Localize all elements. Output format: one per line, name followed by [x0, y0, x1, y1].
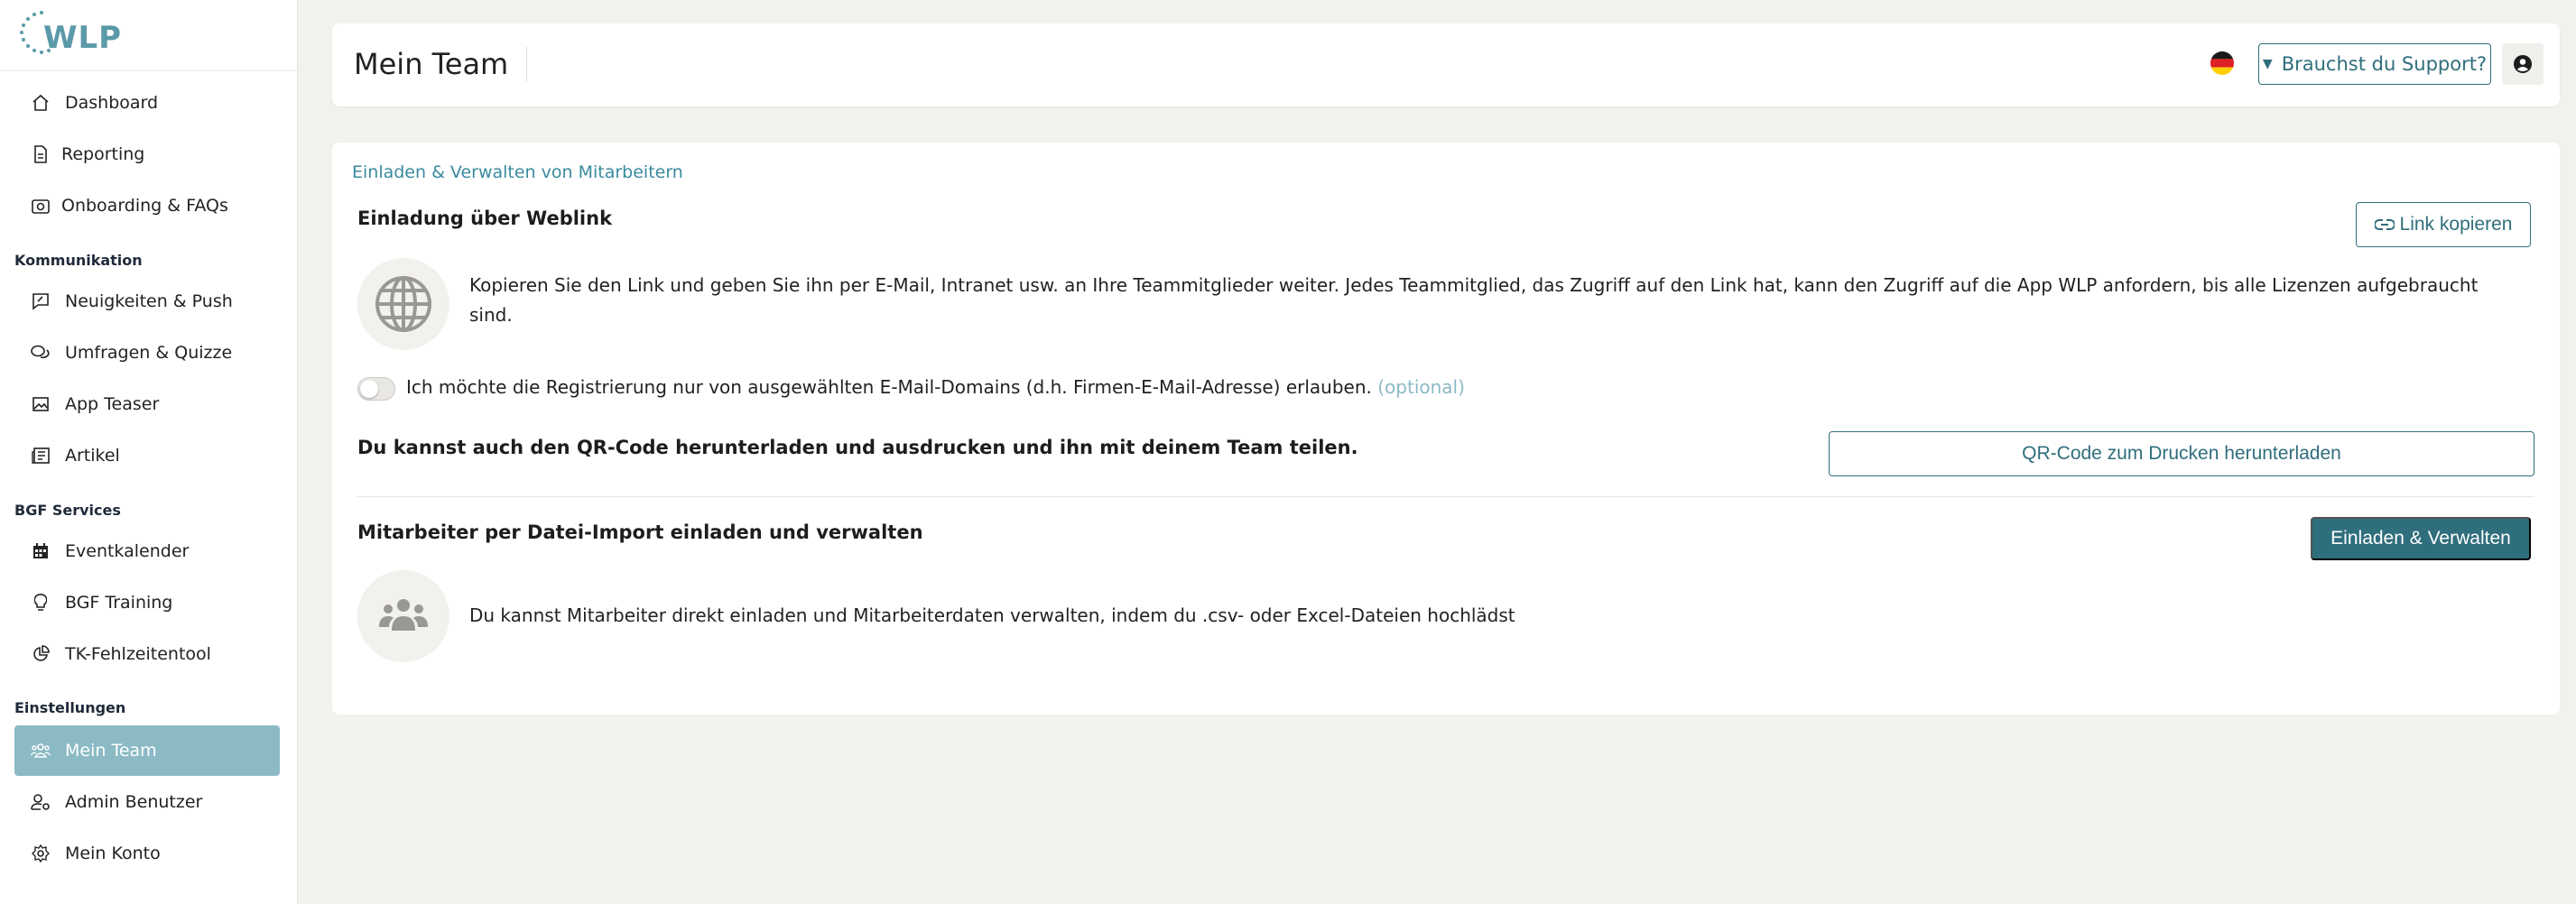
user-circle-icon — [2514, 55, 2532, 73]
optional-hint: (optional) — [1377, 376, 1465, 398]
top-bar: Mein Team ▼ Brauchst du Support? — [332, 23, 2560, 106]
sidebar-item-bgf-training[interactable]: BGF Training — [14, 577, 280, 628]
copy-link-button[interactable]: Link kopieren — [2356, 202, 2531, 247]
toggle-knob — [360, 380, 378, 398]
link-icon — [2374, 219, 2395, 230]
section-title-einstellungen: Einstellungen — [14, 699, 126, 716]
sidebar-item-reporting[interactable]: Reporting — [14, 129, 280, 180]
sidebar-item-label: App Teaser — [65, 394, 160, 414]
camera-icon — [31, 196, 51, 216]
section-divider — [357, 496, 2534, 497]
sidebar-item-label: Mein Team — [65, 741, 157, 761]
card-header: Einladen & Verwalten von Mitarbeitern — [352, 162, 683, 182]
email-domain-toggle-label: Ich möchte die Registrierung nur von aus… — [406, 376, 1465, 398]
german-flag-icon[interactable] — [2210, 51, 2235, 76]
section-title-bgf-services: BGF Services — [14, 502, 121, 519]
gear-icon — [31, 844, 51, 863]
sidebar-item-label: Mein Konto — [65, 844, 161, 863]
invite-manage-button[interactable]: Einladen & Verwalten — [2311, 517, 2531, 560]
team-invite-card: Einladen & Verwalten von Mitarbeitern Ei… — [332, 143, 2560, 715]
sidebar-item-neuigkeiten[interactable]: Neuigkeiten & Push — [14, 276, 280, 327]
sidebar-item-mein-konto[interactable]: Mein Konto — [14, 828, 280, 879]
wlp-logo[interactable]: WLP — [16, 7, 125, 58]
sidebar-item-label: BGF Training — [65, 593, 173, 613]
invite-manage-label: Einladen & Verwalten — [2330, 528, 2511, 549]
sidebar-item-label: Umfragen & Quizze — [65, 343, 233, 363]
support-button[interactable]: ▼ Brauchst du Support? — [2258, 43, 2491, 85]
team-group-icon — [357, 570, 449, 662]
message-edit-icon — [31, 291, 51, 311]
qr-download-label: QR-Code zum Drucken herunterladen — [2022, 443, 2341, 464]
profile-button[interactable] — [2502, 43, 2544, 85]
sidebar-item-label: Admin Benutzer — [65, 792, 203, 812]
section-title-kommunikation: Kommunikation — [14, 252, 143, 269]
qr-title: Du kannst auch den QR-Code herunterladen… — [357, 437, 1358, 458]
caret-down-icon: ▼ — [2262, 57, 2273, 71]
image-icon — [31, 394, 51, 414]
toggle-label-text: Ich möchte die Registrierung nur von aus… — [406, 376, 1372, 398]
lightbulb-icon — [31, 593, 51, 613]
sidebar-divider — [0, 70, 298, 71]
sidebar: WLP Dashboard Reporting Onboarding & FAQ… — [0, 0, 298, 904]
sidebar-item-tk-fehlzeitentool[interactable]: TK-Fehlzeitentool — [14, 629, 280, 679]
qr-download-button[interactable]: QR-Code zum Drucken herunterladen — [1829, 431, 2534, 476]
sidebar-item-label: Reporting — [61, 144, 145, 164]
user-gear-icon — [31, 792, 51, 812]
sidebar-item-umfragen[interactable]: Umfragen & Quizze — [14, 327, 280, 378]
sidebar-item-onboarding[interactable]: Onboarding & FAQs — [14, 180, 280, 231]
calendar-icon — [31, 541, 51, 561]
weblink-description: Kopieren Sie den Link und geben Sie ihn … — [469, 274, 2479, 326]
import-title: Mitarbeiter per Datei-Import einladen un… — [357, 521, 923, 543]
chat-bubbles-icon — [31, 343, 51, 363]
support-button-label: Brauchst du Support? — [2281, 53, 2488, 75]
sidebar-item-admin-benutzer[interactable]: Admin Benutzer — [14, 777, 280, 827]
newspaper-icon — [31, 446, 51, 466]
team-icon — [31, 741, 51, 761]
document-icon — [31, 144, 51, 164]
weblink-title: Einladung über Weblink — [357, 208, 613, 229]
sidebar-item-label: Neuigkeiten & Push — [65, 291, 233, 311]
sidebar-item-dashboard[interactable]: Dashboard — [14, 78, 280, 128]
page-title: Mein Team — [354, 47, 528, 81]
sidebar-item-mein-team[interactable]: Mein Team — [14, 725, 280, 776]
globe-icon — [357, 258, 449, 350]
logo-text: WLP — [43, 20, 123, 56]
email-domain-toggle[interactable] — [357, 377, 395, 401]
sidebar-item-label: TK-Fehlzeitentool — [65, 644, 211, 664]
sidebar-item-eventkalender[interactable]: Eventkalender — [14, 526, 280, 577]
sidebar-item-label: Eventkalender — [65, 541, 190, 561]
copy-link-label: Link kopieren — [2399, 214, 2513, 235]
sidebar-item-label: Dashboard — [65, 93, 159, 113]
pie-chart-icon — [31, 644, 51, 664]
home-icon — [31, 93, 51, 113]
sidebar-item-artikel[interactable]: Artikel — [14, 430, 280, 481]
sidebar-item-app-teaser[interactable]: App Teaser — [14, 379, 280, 429]
import-description: Du kannst Mitarbeiter direkt einladen un… — [469, 604, 1515, 626]
sidebar-item-label: Artikel — [65, 446, 120, 466]
sidebar-item-label: Onboarding & FAQs — [61, 196, 228, 216]
